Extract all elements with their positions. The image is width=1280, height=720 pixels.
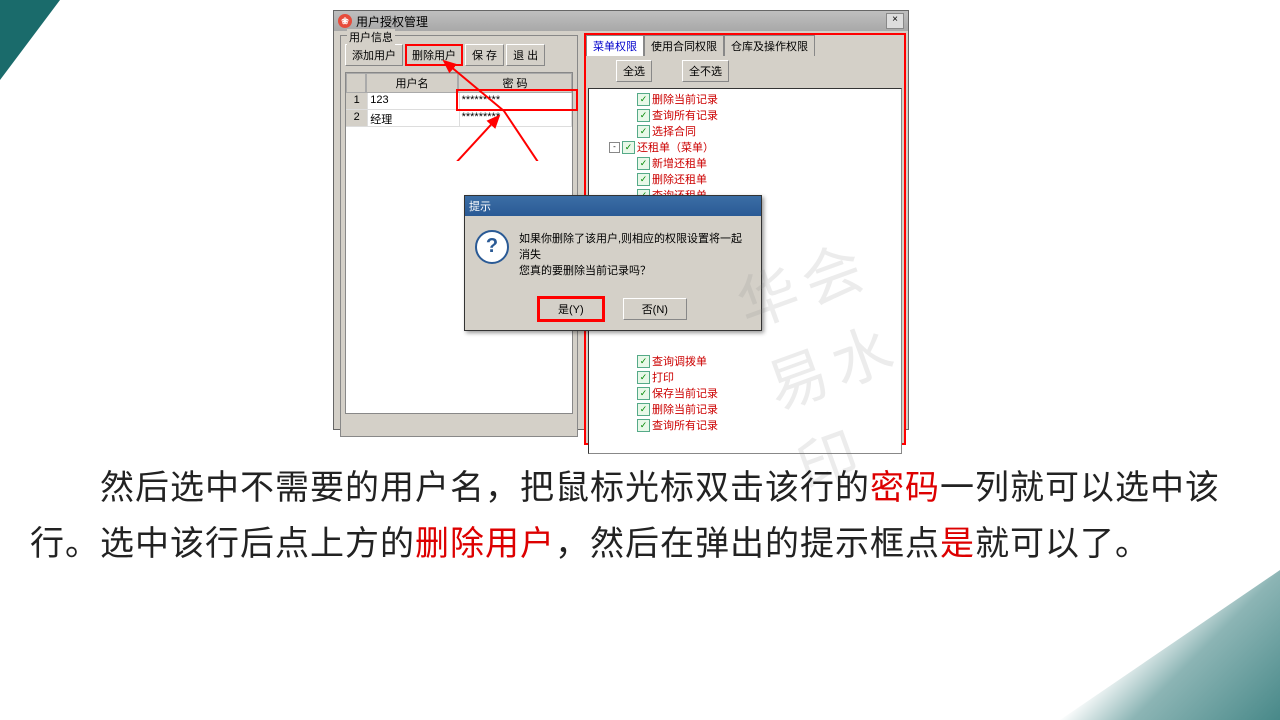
collapse-icon[interactable]: - bbox=[609, 142, 620, 153]
save-button[interactable]: 保 存 bbox=[465, 44, 504, 66]
checkbox-icon[interactable]: ✓ bbox=[637, 387, 650, 400]
checkbox-icon[interactable]: ✓ bbox=[637, 109, 650, 122]
dialog-message: 如果你删除了该用户,则相应的权限设置将一起消失 您真的要删除当前记录吗？ bbox=[519, 230, 751, 278]
add-user-button[interactable]: 添加用户 bbox=[345, 44, 403, 66]
col-password: 密 码 bbox=[458, 73, 572, 93]
window-title: 用户授权管理 bbox=[356, 13, 428, 30]
tab-menu-perm[interactable]: 菜单权限 bbox=[586, 35, 644, 56]
app-icon: ❀ bbox=[338, 14, 352, 28]
confirm-dialog: 提示 ? 如果你删除了该用户,则相应的权限设置将一起消失 您真的要删除当前记录吗… bbox=[464, 195, 762, 331]
dialog-title: 提示 bbox=[465, 196, 761, 216]
yes-button[interactable]: 是(Y) bbox=[539, 298, 603, 320]
checkbox-icon[interactable]: ✓ bbox=[622, 141, 635, 154]
checkbox-icon[interactable]: ✓ bbox=[637, 93, 650, 106]
slide-accent-br bbox=[1060, 570, 1280, 720]
tab-contract-perm[interactable]: 使用合同权限 bbox=[644, 35, 724, 56]
select-none-button[interactable]: 全不选 bbox=[682, 60, 729, 82]
exit-button[interactable]: 退 出 bbox=[506, 44, 545, 66]
no-button[interactable]: 否(N) bbox=[623, 298, 687, 320]
screenshot-window: ❀ 用户授权管理 × 用户信息 添加用户 删除用户 保 存 退 出 用户名 密 … bbox=[333, 10, 909, 430]
delete-user-button[interactable]: 删除用户 bbox=[405, 44, 463, 66]
checkbox-icon[interactable]: ✓ bbox=[637, 355, 650, 368]
col-username: 用户名 bbox=[366, 73, 458, 93]
select-all-button[interactable]: 全选 bbox=[616, 60, 652, 82]
checkbox-icon[interactable]: ✓ bbox=[637, 403, 650, 416]
user-info-label: 用户信息 bbox=[347, 29, 395, 45]
tab-warehouse-perm[interactable]: 仓库及操作权限 bbox=[724, 35, 815, 56]
col-rownum bbox=[346, 73, 366, 93]
instruction-text: 然后选中不需要的用户名，把鼠标光标双击该行的密码一列就可以选中该行。选中该行后点… bbox=[30, 460, 1260, 572]
checkbox-icon[interactable]: ✓ bbox=[637, 371, 650, 384]
table-row[interactable]: 2 经理 ********* bbox=[346, 110, 572, 127]
slide-accent-tl bbox=[0, 0, 60, 80]
checkbox-icon[interactable]: ✓ bbox=[637, 419, 650, 432]
titlebar: ❀ 用户授权管理 × bbox=[334, 11, 908, 32]
checkbox-icon[interactable]: ✓ bbox=[637, 173, 650, 186]
close-icon[interactable]: × bbox=[886, 13, 904, 29]
table-row[interactable]: 1 123 ********* bbox=[346, 93, 572, 110]
checkbox-icon[interactable]: ✓ bbox=[637, 125, 650, 138]
question-icon: ? bbox=[475, 230, 509, 264]
checkbox-icon[interactable]: ✓ bbox=[637, 157, 650, 170]
